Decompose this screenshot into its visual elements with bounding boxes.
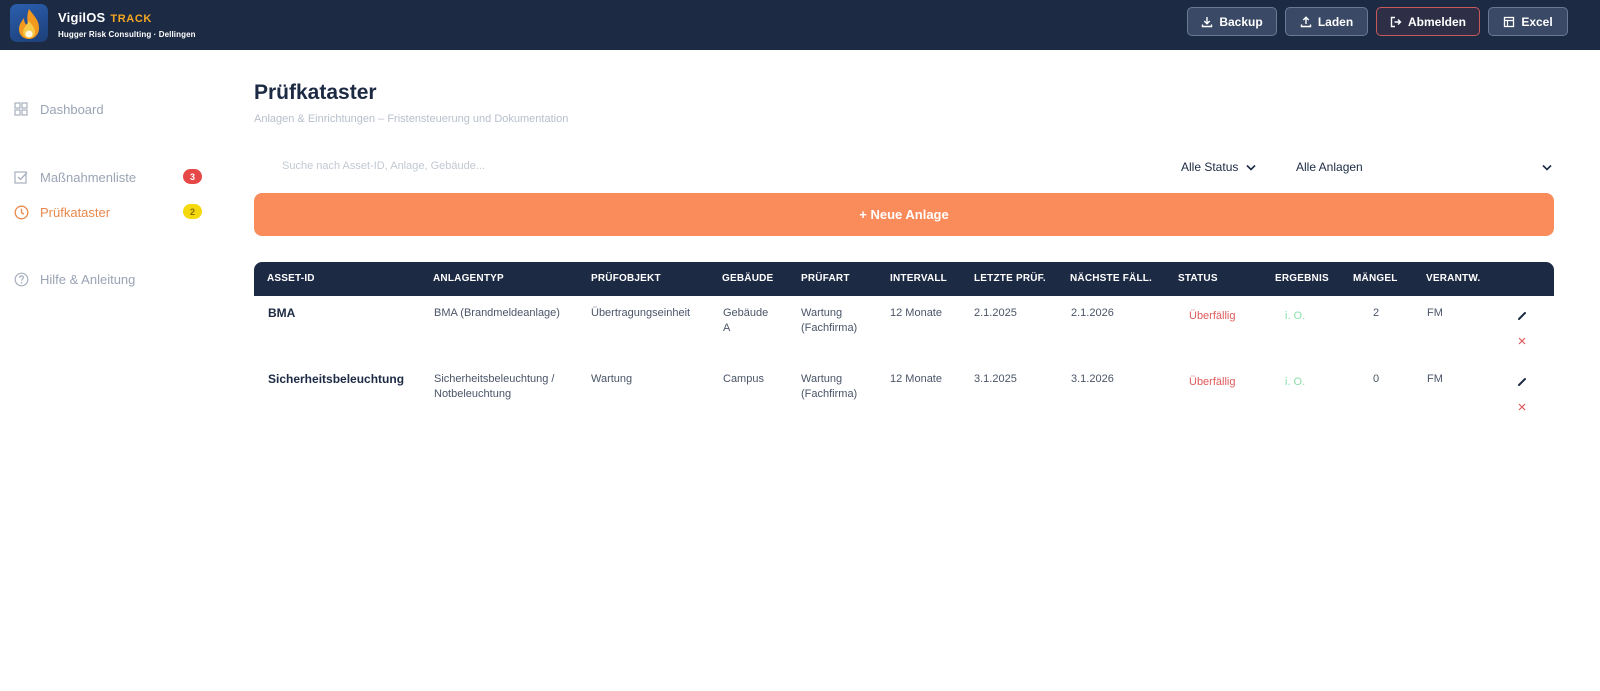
chevron-down-icon — [1542, 164, 1552, 171]
sidebar-item-label: Prüfkataster — [40, 204, 111, 220]
sidebar-item-label: Maßnahmenliste — [40, 169, 137, 185]
cell-last-check: 3.1.2025 — [974, 373, 1017, 385]
cell-last-check: 2.1.2025 — [974, 307, 1017, 319]
column-header-next-due[interactable]: NÄCHSTE FÄLL. — [1070, 273, 1152, 284]
help-icon — [13, 271, 29, 287]
column-header-type[interactable]: ANLAGENTYP — [433, 273, 504, 284]
sidebar-item-label: Hilfe & Anleitung — [40, 271, 136, 287]
column-header-last-check[interactable]: LETZTE PRÜF. — [974, 273, 1046, 284]
measures-count-badge: 3 — [183, 169, 202, 184]
cell-object: Übertragungseinheit — [591, 307, 691, 319]
flame-icon — [19, 9, 39, 39]
cell-check-type: Wartung (Fachfirma) — [801, 373, 858, 400]
cell-next-due: 3.1.2026 — [1071, 373, 1114, 385]
result-badge: i. O. — [1285, 310, 1306, 322]
column-header-responsible[interactable]: VERANTW. — [1426, 273, 1480, 284]
logout-icon — [1390, 16, 1402, 27]
brand-product: TRACK — [110, 13, 152, 25]
add-asset-button[interactable]: + Neue Anlage — [254, 193, 1554, 236]
edit-icon[interactable] — [1515, 375, 1529, 389]
brand: VigilOS TRACK Hugger Risk Consulting · De… — [58, 9, 196, 39]
upload-icon — [1300, 15, 1312, 27]
cell-building: Campus — [723, 373, 764, 385]
type-filter-select[interactable]: Alle Anlagen — [1296, 157, 1552, 177]
column-header-interval[interactable]: INTERVALL — [890, 273, 947, 284]
type-filter-value: Alle Anlagen — [1296, 160, 1363, 174]
column-header-asset-id[interactable]: ASSET-ID — [267, 273, 315, 284]
column-header-status[interactable]: STATUS — [1178, 273, 1218, 284]
brand-name: VigilOS — [58, 10, 106, 25]
test-register-count-badge: 2 — [183, 204, 202, 219]
column-header-defects[interactable]: MÄNGEL — [1353, 273, 1398, 284]
cell-responsible: FM — [1427, 373, 1443, 385]
backup-label: Backup — [1219, 14, 1263, 29]
excel-button[interactable]: Excel — [1488, 7, 1568, 36]
download-icon — [1202, 16, 1213, 27]
sidebar: Dashboard Maßnahmenliste 3 Prüfkataster … — [0, 50, 230, 691]
clock-icon — [13, 204, 29, 220]
cell-defects: 2 — [1372, 307, 1380, 319]
checklist-icon — [13, 169, 29, 185]
cell-type: BMA (Brandmeldeanlage) — [434, 307, 560, 319]
search-input[interactable] — [282, 155, 882, 177]
table-row[interactable]: BMA BMA (Brandmeldeanlage) Übertragungse… — [254, 296, 1554, 362]
logout-button[interactable]: Abmelden — [1376, 7, 1480, 36]
status-badge: Überfällig — [1189, 376, 1236, 388]
excel-label: Excel — [1521, 14, 1553, 29]
sidebar-item-label: Dashboard — [40, 101, 104, 117]
cell-next-due: 2.1.2026 — [1071, 307, 1114, 319]
table-icon — [1504, 16, 1515, 27]
cell-interval: 12 Monate — [890, 307, 942, 319]
cell-responsible: FM — [1427, 307, 1443, 319]
sidebar-item-help[interactable]: Hilfe & Anleitung — [0, 266, 220, 292]
cell-check-type: Wartung (Fachfirma) — [801, 307, 858, 334]
status-badge: Überfällig — [1189, 310, 1236, 322]
logout-label: Abmelden — [1407, 14, 1466, 29]
cell-building: Gebäude A — [723, 307, 769, 334]
backup-button[interactable]: Backup — [1187, 7, 1277, 36]
result-badge: i. O. — [1285, 376, 1306, 388]
sidebar-item-dashboard[interactable]: Dashboard — [0, 96, 220, 122]
grid-icon — [13, 101, 29, 117]
delete-icon[interactable] — [1515, 334, 1529, 348]
column-header-result[interactable]: ERGEBNIS — [1275, 273, 1329, 284]
column-header-building[interactable]: GEBÄUDE — [722, 273, 773, 284]
edit-icon[interactable] — [1515, 309, 1529, 323]
app-logo — [10, 4, 48, 42]
table-header: ASSET-ID ANLAGENTYP PRÜFOBJEKT GEBÄUDE P… — [254, 262, 1554, 296]
status-filter-value: Alle Status — [1181, 160, 1239, 174]
cell-asset-id: Sicherheitsbeleuchtung — [268, 372, 405, 386]
top-bar: VigilOS TRACK Hugger Risk Consulting · De… — [0, 0, 1600, 50]
cell-object: Wartung — [591, 373, 633, 385]
load-button[interactable]: Laden — [1285, 7, 1368, 36]
delete-icon[interactable] — [1515, 400, 1529, 414]
status-filter-select[interactable]: Alle Status — [1181, 157, 1256, 177]
cell-interval: 12 Monate — [890, 373, 942, 385]
table-row[interactable]: Sicherheitsbeleuchtung Sicherheitsbeleuc… — [254, 362, 1554, 428]
column-header-check-type[interactable]: PRÜFART — [801, 273, 850, 284]
brand-company: Hugger Risk Consulting · Dellingen — [58, 30, 196, 39]
chevron-down-icon — [1246, 164, 1256, 171]
load-label: Laden — [1317, 14, 1354, 29]
column-header-object[interactable]: PRÜFOBJEKT — [591, 273, 661, 284]
page-subtitle: Anlagen & Einrichtungen – Fristensteueru… — [254, 113, 569, 125]
page-title: Prüfkataster — [254, 81, 377, 104]
cell-defects: 0 — [1372, 373, 1380, 385]
cell-type: Sicherheitsbeleuchtung / Notbeleuchtung — [434, 373, 555, 400]
cell-asset-id: BMA — [268, 306, 296, 320]
